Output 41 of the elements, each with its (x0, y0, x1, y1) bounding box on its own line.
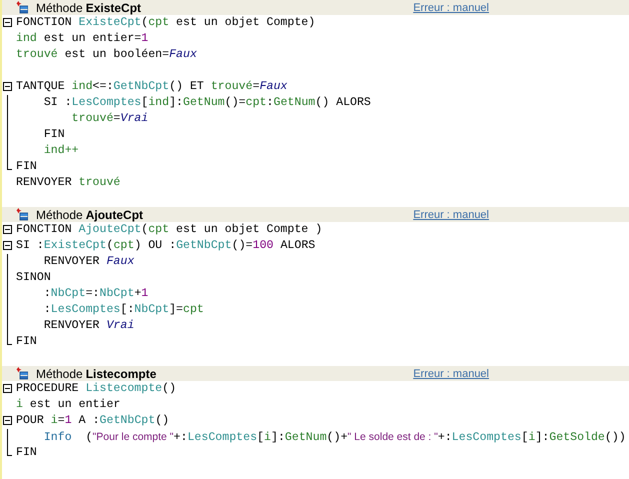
collapse-icon[interactable] (3, 416, 12, 425)
code-line: ind++ (42, 143, 79, 159)
code-line: FIN (16, 334, 37, 350)
code-line: SI :ExisteCpt(cpt) OU :GetNbCpt()=100 ALORS (16, 238, 316, 254)
code-line: FIN (16, 159, 37, 175)
code-line: RENVOYER Vrai (42, 318, 134, 334)
collapse-icon[interactable] (3, 225, 12, 234)
collapse-icon[interactable] (3, 18, 12, 27)
code-line: trouvé est un booléen=Faux (16, 47, 197, 63)
code-line: ind est un entier=1 (16, 31, 148, 47)
code-line: :LesComptes[:NbCpt]=cpt (42, 302, 204, 318)
code-line: TANTQUE ind<=:GetNbCpt() ET trouvé=Faux (16, 79, 288, 95)
code-line: Info ("Pour le compte "+:LesComptes[i]:GetNum()+" Le solde est de : "+:LesComptes[i]:GetSolde()) (42, 430, 626, 446)
code-line: PROCEDURE Listecompte() (16, 381, 176, 397)
code-line: FIN (42, 127, 65, 143)
code-line: i est un entier (16, 397, 120, 413)
code-line: :NbCpt=:NbCpt+1 (42, 286, 148, 302)
method-name: AjouteCpt (86, 208, 144, 222)
stack-icon (16, 0, 28, 14)
method-label: Méthode (36, 0, 83, 14)
code-line: RENVOYER trouvé (16, 175, 120, 191)
error-link[interactable]: Erreur : manuel (413, 2, 489, 14)
collapse-icon[interactable] (3, 82, 12, 91)
code-line: POUR i=1 A :GetNbCpt() (16, 413, 170, 429)
collapse-icon[interactable] (3, 384, 12, 393)
collapse-icon[interactable] (3, 241, 12, 250)
code-line: SINON (16, 270, 51, 286)
code-line: trouvé=Vrai (70, 111, 148, 127)
code-line: SI :LesComptes[ind]:GetNum()=cpt:GetNum() ALORS (42, 95, 371, 111)
error-link[interactable]: Erreur : manuel (413, 208, 489, 220)
method-label: Méthode (36, 366, 83, 380)
stack-icon (16, 366, 28, 380)
error-link[interactable]: Erreur : manuel (413, 368, 489, 380)
code-line: FONCTION AjouteCpt(cpt est un objet Compte ) (16, 222, 322, 238)
code-line: FONCTION ExisteCpt(cpt est un objet Compte) (16, 15, 316, 31)
method-label: Méthode (36, 208, 83, 222)
method-name: ExisteCpt (86, 0, 142, 14)
code-line: FIN (16, 445, 37, 461)
method-name: Listecompte (86, 366, 156, 380)
code-line: RENVOYER Faux (42, 254, 134, 270)
stack-icon (16, 208, 28, 222)
